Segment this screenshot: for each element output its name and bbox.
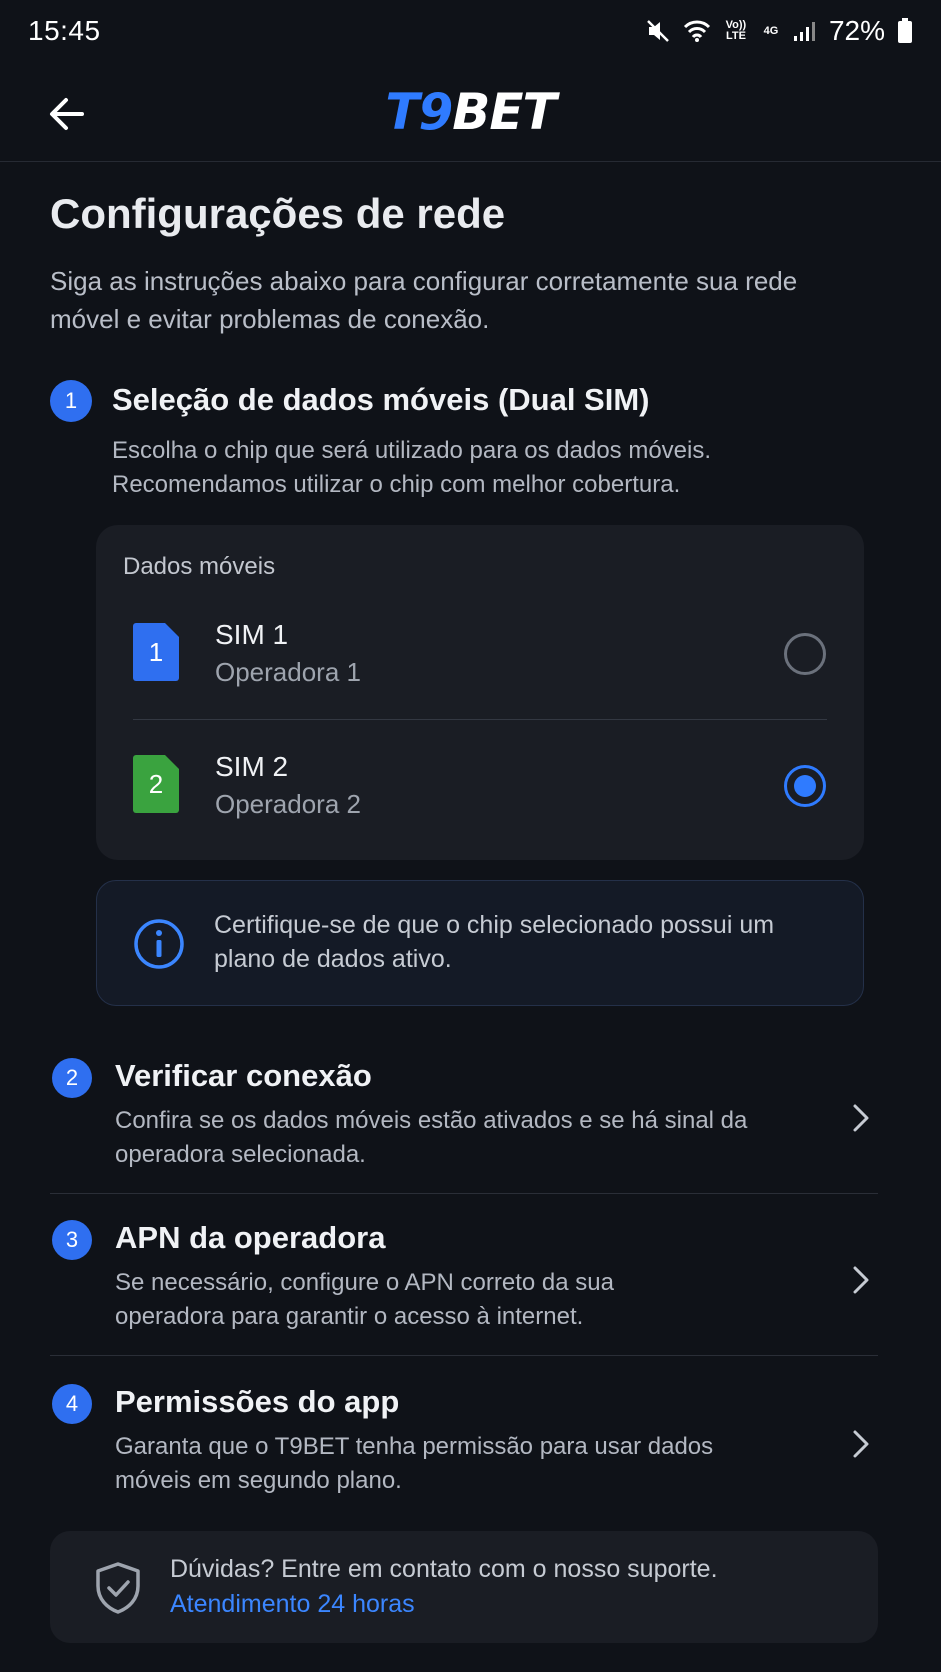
sim-2-radio[interactable] — [784, 765, 826, 807]
volte-label: Vo)) LTE — [725, 19, 747, 42]
step-3-title: APN da operadora — [115, 1220, 386, 1255]
step-1-title: Seleção de dados móveis (Dual SIM) — [112, 382, 650, 417]
sim-2-name: SIM 2 — [215, 751, 289, 782]
info-text: Certifique-se de que o chip selecionado … — [214, 911, 775, 973]
brand-logo: T9BET — [385, 87, 556, 137]
status-bar: 15:45 Vo)) LTE 4G 72% — [0, 0, 941, 62]
info-box: Certifique-se de que o chip selecionado … — [96, 880, 864, 1006]
step-3-row[interactable]: 3 APN da operadora Se necessário, config… — [50, 1212, 878, 1352]
logo-part-bet: BET — [452, 82, 556, 141]
signal-icon — [793, 22, 815, 41]
chevron-right-icon — [853, 1266, 869, 1294]
step-2-description: Confira se os dados móveis estão ativado… — [115, 1107, 748, 1168]
chevron-right-icon — [853, 1430, 869, 1458]
page-title: Configurações de rede — [50, 190, 506, 237]
support-text: Dúvidas? Entre em contato com o nosso su… — [170, 1555, 718, 1583]
support-link[interactable]: Atendimento 24 horas — [170, 1590, 415, 1619]
step-3-description: Se necessário, configure o APN correto d… — [115, 1269, 614, 1330]
sim-2-option[interactable]: 2 SIM 2 Operadora 2 — [96, 723, 864, 853]
step-1-badge: 1 — [50, 380, 92, 422]
sim-1-radio[interactable] — [784, 633, 826, 675]
step-2-badge: 2 — [52, 1058, 92, 1098]
back-button[interactable] — [40, 88, 92, 140]
step-2-title: Verificar conexão — [115, 1058, 372, 1093]
sim-1-name: SIM 1 — [215, 619, 289, 650]
step-1-description: Escolha o chip que será utilizado para o… — [112, 437, 712, 498]
step-4-description: Garanta que o T9BET tenha permissão para… — [115, 1433, 714, 1494]
step-4-title: Permissões do app — [115, 1384, 400, 1419]
sim-1-badge: 1 — [148, 637, 164, 667]
status-icons: Vo)) LTE 4G 72% — [645, 15, 913, 47]
support-card: Dúvidas? Entre em contato com o nosso su… — [50, 1531, 878, 1643]
info-icon — [134, 919, 184, 969]
sim-divider — [133, 719, 827, 720]
mute-icon — [647, 20, 669, 42]
row-divider — [50, 1355, 878, 1356]
step-3-badge: 3 — [52, 1220, 92, 1260]
sim-1-option[interactable]: 1 SIM 1 Operadora 1 — [96, 591, 864, 721]
status-time: 15:45 — [28, 15, 101, 46]
network-type-label: 4G — [763, 24, 779, 37]
logo-part-t9: T9 — [385, 82, 453, 141]
battery-icon — [898, 18, 912, 43]
sim-1-operator: Operadora 1 — [215, 657, 361, 687]
step-4-badge: 4 — [52, 1384, 92, 1424]
arrow-left-icon — [50, 98, 84, 130]
sim-2-badge: 2 — [148, 769, 164, 799]
page-subtitle: Siga as instruções abaixo para configura… — [50, 266, 798, 334]
chevron-right-icon — [853, 1104, 869, 1132]
mobile-data-card: Dados móveis 1 SIM 1 Operadora 1 2 SIM 2… — [96, 525, 864, 860]
app-header: T9BET — [0, 62, 941, 162]
step-2-row[interactable]: 2 Verificar conexão Confira se os dados … — [50, 1050, 878, 1190]
wifi-icon — [683, 20, 711, 42]
shield-check-icon — [96, 1562, 140, 1614]
row-divider — [50, 1193, 878, 1194]
step-4-row[interactable]: 4 Permissões do app Garanta que o T9BET … — [50, 1376, 878, 1516]
mobile-data-label: Dados móveis — [123, 553, 276, 580]
battery-percent: 72% — [828, 15, 885, 46]
sim-2-operator: Operadora 2 — [215, 789, 361, 819]
